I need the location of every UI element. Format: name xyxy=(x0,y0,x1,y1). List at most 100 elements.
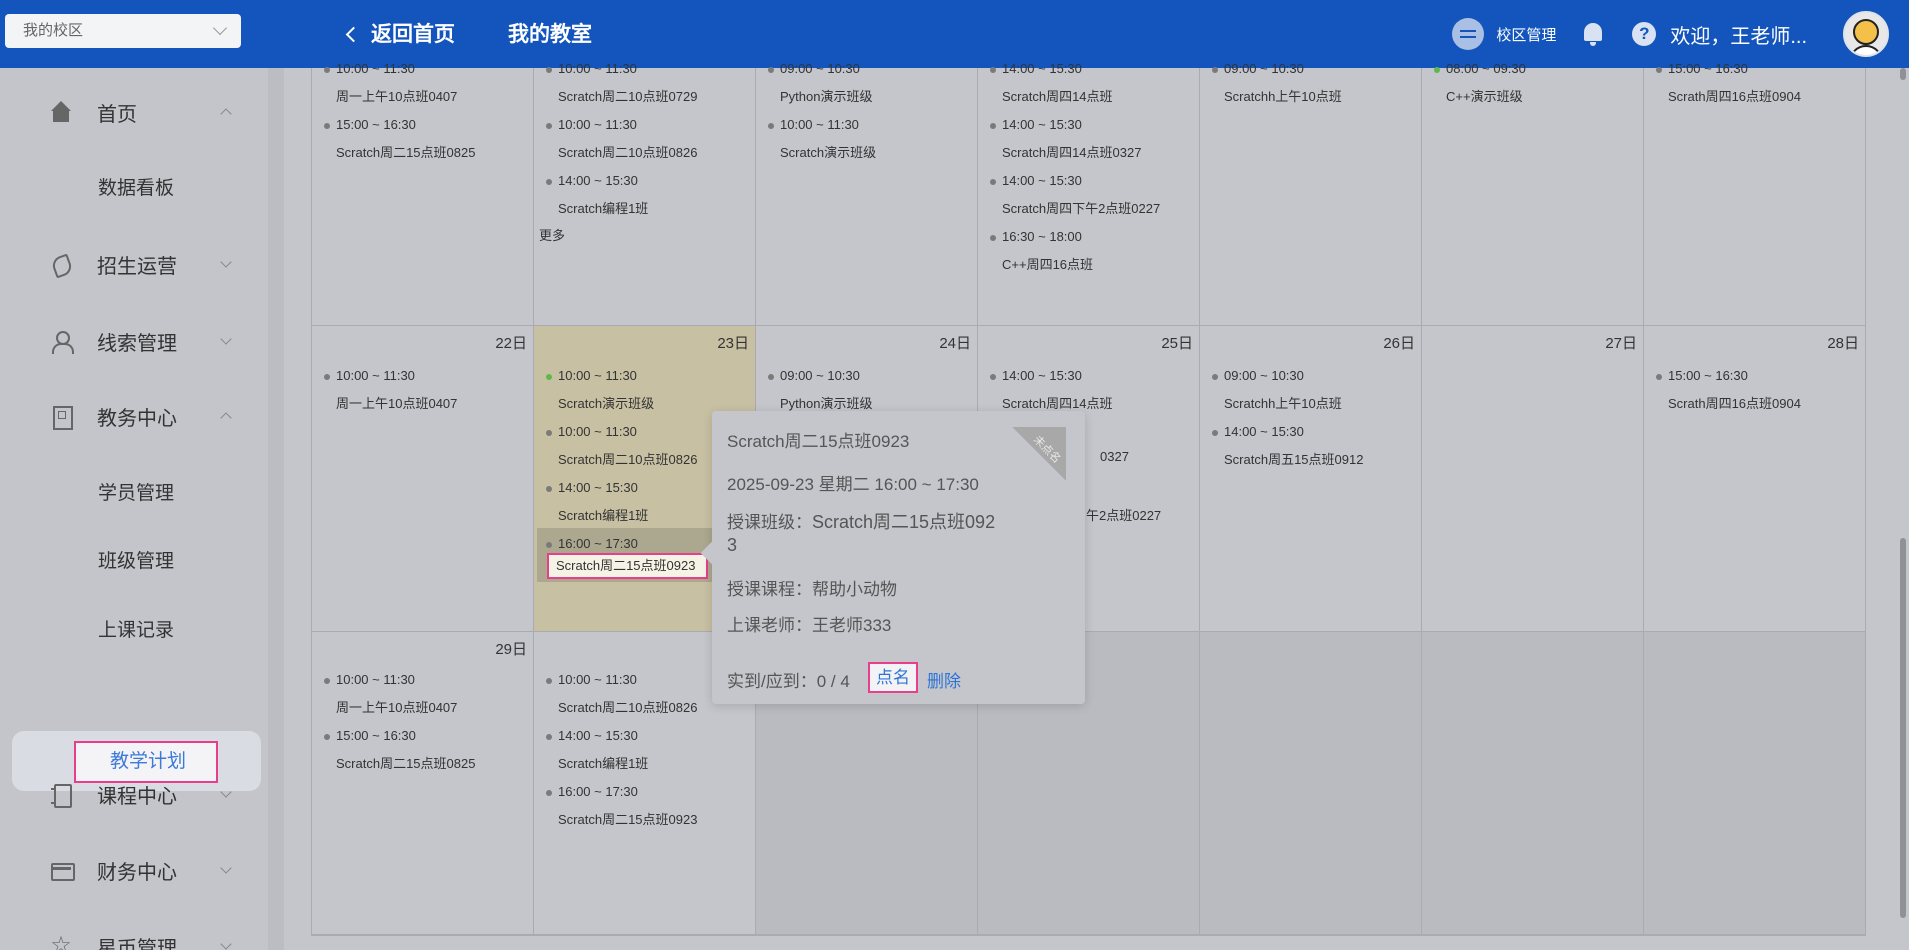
calendar-cell[interactable]: 22日 10:00 ~ 11:30 周一上午10点班0407 xyxy=(312,326,534,632)
sidebar-item-label: 招生运营 xyxy=(97,255,177,278)
event-dot xyxy=(324,733,330,740)
calendar-event[interactable]: 08:00 ~ 09:30 C++演示班级 xyxy=(1434,61,1526,104)
sidebar-item-coins[interactable]: ☆ 星币管理 xyxy=(0,926,268,950)
event-name: C++周四16点班 xyxy=(1002,257,1094,272)
calendar-event-partial[interactable]: 0327 xyxy=(1100,449,1129,464)
chevron-up-icon xyxy=(220,412,232,424)
calendar-event-selected[interactable]: 16:00 ~ 17:30 xyxy=(546,536,638,551)
class-value-wrap: 3 xyxy=(727,535,738,555)
event-name: Scratch周二10点班0826 xyxy=(558,145,698,160)
selected-event-name[interactable]: Scratch周二15点班0923 xyxy=(547,553,708,579)
swap-icon[interactable] xyxy=(1452,18,1485,50)
sidebar-item-academic[interactable]: 教务中心 xyxy=(0,396,268,436)
sidebar-scrollbar[interactable] xyxy=(268,68,284,950)
chevron-left-icon xyxy=(345,26,362,42)
event-name: Scrath周四16点班0904 xyxy=(1668,396,1801,411)
calendar-event[interactable]: 16:00 ~ 17:30 Scratch周二15点班0923 xyxy=(546,784,697,827)
calendar-cell[interactable]: 29日 10:00 ~ 11:30 周一上午10点班0407 15:00 ~ 16… xyxy=(312,632,534,935)
scrollbar-thumb[interactable] xyxy=(1900,538,1906,918)
calendar-event[interactable]: 14:00 ~ 15:30 Scratch编程1班 xyxy=(546,728,648,771)
campus-select[interactable]: 我的校区 xyxy=(5,14,241,48)
day-number: 23日 xyxy=(717,335,749,352)
event-dot xyxy=(768,122,774,129)
calendar-event[interactable]: 10:00 ~ 11:30 Scratch周二10点班0826 xyxy=(546,672,697,715)
sidebar-item-classes[interactable]: 班级管理 xyxy=(98,546,174,573)
calendar-cell[interactable]: 28日 15:00 ~ 16:30 Scrath周四16点班0904 xyxy=(1644,326,1866,632)
sidebar-item-recruit[interactable]: 招生运营 xyxy=(0,244,268,284)
calendar-event[interactable]: 14:00 ~ 15:30 Scratch周四14点班0327 xyxy=(990,117,1141,160)
calendar-event[interactable]: 10:00 ~ 11:30 Scratch周二10点班0729 xyxy=(546,61,697,104)
notebook-icon xyxy=(50,783,72,808)
welcome-text[interactable]: 欢迎，王老师... xyxy=(1670,20,1807,49)
calendar-event[interactable]: 15:00 ~ 16:30 Scratch周二15点班0825 xyxy=(324,728,475,771)
back-home-link[interactable]: 返回首页 xyxy=(345,18,455,48)
avatar[interactable] xyxy=(1843,11,1889,57)
calendar-event[interactable]: 10:00 ~ 11:30 Scratch周二10点班0826 xyxy=(546,117,697,160)
calendar-event[interactable]: 15:00 ~ 16:30 Scratch周二15点班0825 xyxy=(324,117,475,160)
calendar-event[interactable]: 15:00 ~ 16:30 Scrath周四16点班0904 xyxy=(1656,368,1801,411)
calendar-event[interactable]: 10:00 ~ 11:30 周一上午10点班0407 xyxy=(324,61,457,104)
sidebar-item-students[interactable]: 学员管理 xyxy=(98,478,174,505)
calendar-event[interactable]: 14:00 ~ 15:30 Scratch编程1班 xyxy=(546,480,648,523)
sidebar-item-courses[interactable]: 课程中心 xyxy=(0,774,268,814)
calendar-grid: 10:00 ~ 11:30 周一上午10点班0407 15:00 ~ 16:30 S… xyxy=(311,61,1866,936)
calendar-event[interactable]: 16:30 ~ 18:00 C++周四16点班 xyxy=(990,229,1093,272)
my-classroom-link[interactable]: 我的教室 xyxy=(508,18,592,48)
sidebar-item-home[interactable]: 首页 xyxy=(0,92,268,132)
calendar-event[interactable]: 09:00 ~ 10:30 Python演示班级 xyxy=(768,61,872,104)
calendar-cell[interactable]: 08:00 ~ 09:30 C++演示班级 xyxy=(1422,61,1644,326)
bell-icon[interactable] xyxy=(1582,21,1604,47)
event-dot xyxy=(768,373,774,380)
calendar-event[interactable]: 09:00 ~ 10:30 Python演示班级 xyxy=(768,368,872,411)
event-name: Scratch编程1班 xyxy=(558,756,649,771)
phone-icon xyxy=(50,253,72,275)
popover-course: 授课课程：帮助小动物 xyxy=(727,575,897,600)
teacher-value: 王老师333 xyxy=(812,616,892,635)
event-name: Scratch演示班级 xyxy=(780,145,877,160)
calendar-event[interactable]: 14:00 ~ 15:30 Scratch周四14点班 xyxy=(990,61,1113,104)
delete-button[interactable]: 删除 xyxy=(927,667,961,692)
calendar-cell[interactable]: 27日 xyxy=(1422,326,1644,632)
calendar-event[interactable]: 14:00 ~ 15:30 Scratch编程1班 xyxy=(546,173,648,216)
campus-mgmt-link[interactable]: 校区管理 xyxy=(1496,24,1556,45)
calendar-event[interactable]: 09:00 ~ 10:30 Scratchh上午10点班 xyxy=(1212,368,1342,411)
help-icon[interactable]: ? xyxy=(1632,22,1657,46)
calendar-event[interactable]: 14:00 ~ 15:30 Scratch周四下午2点班0227 xyxy=(990,173,1160,216)
event-dot xyxy=(546,178,552,185)
event-time: 09:00 ~ 10:30 xyxy=(780,368,860,383)
sidebar-item-dashboard[interactable]: 数据看板 xyxy=(98,173,174,200)
sidebar-item-finance[interactable]: 财务中心 xyxy=(0,850,268,890)
calendar-cell[interactable]: 15:00 ~ 16:30 Scrath周四16点班0904 xyxy=(1644,61,1866,326)
event-time: 09:00 ~ 10:30 xyxy=(1224,61,1304,76)
calendar-event[interactable]: 14:00 ~ 15:30 Scratch周五15点班0912 xyxy=(1212,424,1363,467)
event-time: 16:00 ~ 17:30 xyxy=(558,784,638,799)
calendar-cell[interactable]: 09:00 ~ 10:30 Scratchh上午10点班 xyxy=(1200,61,1422,326)
calendar-event[interactable]: 10:00 ~ 11:30 Scratch演示班级 xyxy=(768,117,876,160)
rollcall-button[interactable]: 点名 xyxy=(868,662,918,693)
sidebar-item-records[interactable]: 上课记录 xyxy=(98,615,174,642)
user-icon xyxy=(50,330,74,354)
calendar-event[interactable]: 10:00 ~ 11:30 Scratch演示班级 xyxy=(546,368,654,411)
calendar-event[interactable]: 09:00 ~ 10:30 Scratchh上午10点班 xyxy=(1212,61,1342,104)
sidebar-item-leads[interactable]: 线索管理 xyxy=(0,321,268,361)
more-link[interactable]: 更多 xyxy=(539,225,565,244)
event-time: 14:00 ~ 15:30 xyxy=(1002,117,1082,132)
event-time: 10:00 ~ 11:30 xyxy=(558,424,637,439)
calendar-event[interactable]: 10:00 ~ 11:30 周一上午10点班0407 xyxy=(324,368,457,411)
calendar-event-partial[interactable]: 午2点班0227 xyxy=(1086,505,1161,524)
calendar-cell[interactable]: 09:00 ~ 10:30 Python演示班级 10:00 ~ 11:30 Scr… xyxy=(756,61,978,326)
day-number: 25日 xyxy=(1161,335,1193,352)
calendar-event[interactable]: 15:00 ~ 16:30 Scrath周四16点班0904 xyxy=(1656,61,1801,104)
event-time: 08:00 ~ 09:30 xyxy=(1446,61,1526,76)
event-name: Scratch编程1班 xyxy=(558,508,649,523)
event-dot xyxy=(546,122,552,129)
calendar-cell[interactable]: 14:00 ~ 15:30 Scratch周四14点班 14:00 ~ 15:30… xyxy=(978,61,1200,326)
calendar-event[interactable]: 10:00 ~ 11:30 周一上午10点班0407 xyxy=(324,672,457,715)
calendar-cell[interactable]: 26日 09:00 ~ 10:30 Scratchh上午10点班 14:00 ~ … xyxy=(1200,326,1422,632)
calendar-cell[interactable]: 10:00 ~ 11:30 Scratch周二10点班0729 10:00 ~ 1… xyxy=(534,61,756,326)
calendar-event[interactable]: 10:00 ~ 11:30 Scratch周二10点班0826 xyxy=(546,424,697,467)
calendar-event[interactable]: 14:00 ~ 15:30 Scratch周四14点班 xyxy=(990,368,1113,411)
attend-value: 0 / 4 xyxy=(816,672,850,691)
calendar-cell[interactable]: 10:00 ~ 11:30 周一上午10点班0407 15:00 ~ 16:30 S… xyxy=(312,61,534,326)
page-scrollbar[interactable] xyxy=(1898,68,1909,950)
